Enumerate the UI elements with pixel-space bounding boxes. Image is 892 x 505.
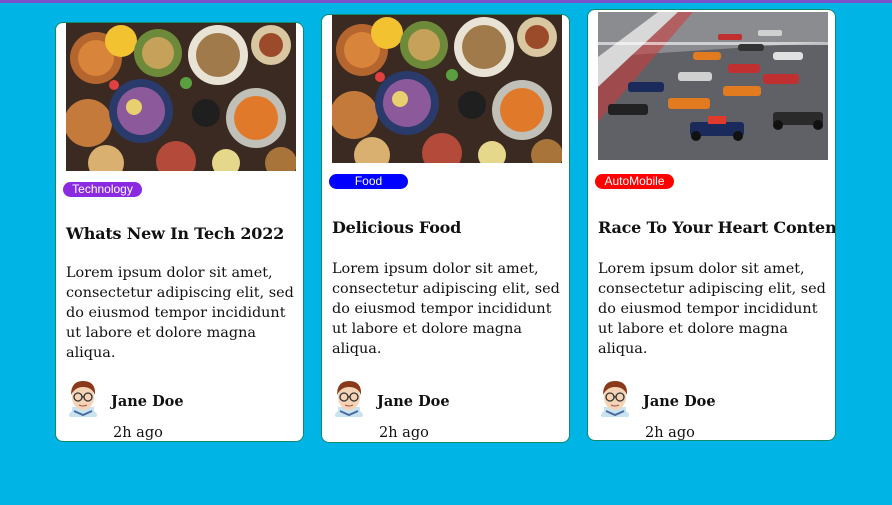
post-time: 2h ago xyxy=(645,425,695,441)
card-title[interactable]: Race To Your Heart Content xyxy=(598,218,835,237)
food-platter-image xyxy=(332,15,562,163)
category-tag[interactable]: Food xyxy=(329,174,408,189)
author-avatar xyxy=(66,379,100,417)
post-time: 2h ago xyxy=(113,425,163,441)
article-card[interactable]: AutoMobile Race To Your Heart Content Lo… xyxy=(587,9,836,441)
card-title[interactable]: Whats New In Tech 2022 xyxy=(66,224,284,243)
category-tag[interactable]: Technology xyxy=(63,182,142,197)
race-cars-image xyxy=(598,10,828,162)
author-name: Jane Doe xyxy=(111,393,184,410)
article-card[interactable]: Food Delicious Food Lorem ipsum dolor si… xyxy=(321,14,570,443)
top-accent-bar xyxy=(0,0,892,3)
card-body: Lorem ipsum dolor sit amet, consectetur … xyxy=(66,265,294,361)
author-avatar xyxy=(332,379,366,417)
post-time: 2h ago xyxy=(379,425,429,441)
card-body: Lorem ipsum dolor sit amet, consectetur … xyxy=(332,261,560,357)
card-title[interactable]: Delicious Food xyxy=(332,218,461,237)
card-body: Lorem ipsum dolor sit amet, consectetur … xyxy=(598,261,826,357)
category-tag[interactable]: AutoMobile xyxy=(595,174,674,189)
food-platter-image xyxy=(66,23,296,171)
author-name: Jane Doe xyxy=(377,393,450,410)
article-card[interactable]: Technology Whats New In Tech 2022 Lorem … xyxy=(55,22,304,442)
author-name: Jane Doe xyxy=(643,393,716,410)
author-avatar xyxy=(598,379,632,417)
